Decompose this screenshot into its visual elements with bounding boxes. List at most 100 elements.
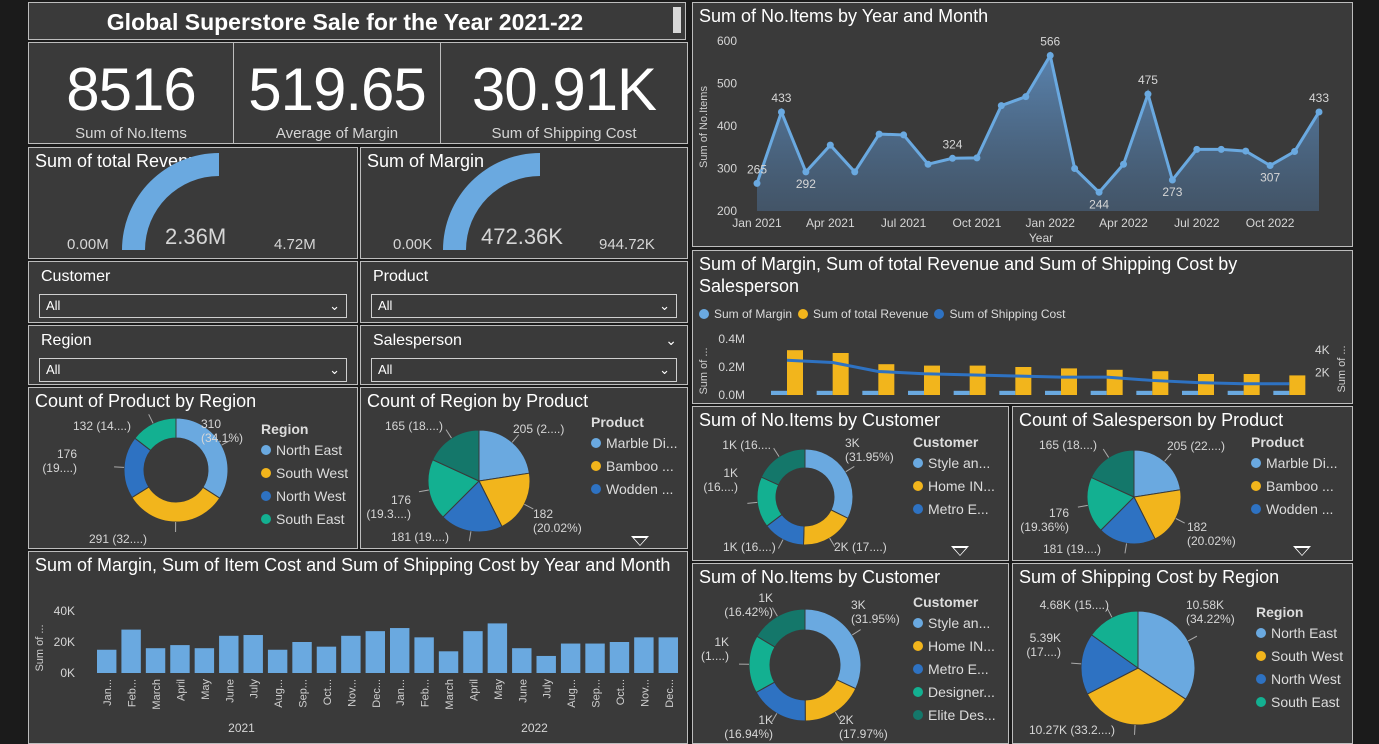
bar[interactable]: [585, 643, 605, 673]
gauge-revenue-panel[interactable]: Sum of total Revenue 0.00M 2.36M 4.72M: [28, 147, 358, 259]
bar-margin[interactable]: [1227, 390, 1244, 395]
bar[interactable]: [145, 648, 166, 673]
bar[interactable]: [365, 631, 385, 673]
data-point[interactable]: [948, 154, 956, 162]
chevron-down-icon[interactable]: ⌄: [329, 298, 340, 314]
legend-item[interactable]: Home IN...: [913, 638, 996, 654]
donut-customer1-panel[interactable]: Sum of No.Items by Customer 3K (31.95%) 2K…: [692, 406, 1009, 561]
data-point[interactable]: [753, 179, 761, 187]
items-trend-panel[interactable]: Sum of No.Items by Year and Month 600 500…: [692, 2, 1353, 247]
bar[interactable]: [560, 643, 581, 673]
pie-shipping-panel[interactable]: Sum of Shipping Cost by Region 10.58K (34…: [1012, 563, 1353, 744]
bar[interactable]: [487, 623, 508, 673]
slicer-salesperson[interactable]: Salesperson ⌄ All ⌄: [360, 325, 688, 385]
slicer-dropdown[interactable]: All ⌄: [371, 294, 677, 318]
bar[interactable]: [390, 628, 410, 673]
bar-revenue[interactable]: [878, 364, 895, 395]
bar-margin[interactable]: [1273, 390, 1290, 395]
data-point[interactable]: [1046, 51, 1054, 59]
bar-margin[interactable]: [1090, 390, 1107, 395]
data-point[interactable]: [826, 141, 834, 149]
bar[interactable]: [341, 635, 361, 673]
slicer-region[interactable]: Region All ⌄: [28, 325, 358, 385]
data-point[interactable]: [777, 108, 785, 116]
bar-revenue[interactable]: [1106, 369, 1123, 395]
donut-region-panel[interactable]: Count of Product by Region 310 (34.1%) 291…: [28, 387, 358, 549]
data-point[interactable]: [1022, 93, 1030, 101]
bar-revenue[interactable]: [1061, 368, 1077, 395]
legend-item[interactable]: Elite Des...: [913, 707, 996, 723]
data-point[interactable]: [1071, 165, 1079, 172]
bar-margin[interactable]: [1045, 390, 1061, 395]
bar[interactable]: [414, 637, 434, 673]
legend-scroll-down-icon[interactable]: [951, 546, 969, 556]
bar-revenue[interactable]: [969, 365, 986, 395]
bar[interactable]: [463, 631, 483, 673]
bar-revenue[interactable]: [787, 350, 803, 395]
bar[interactable]: [194, 648, 215, 673]
pie-slice[interactable]: [478, 429, 530, 482]
data-point[interactable]: [875, 130, 883, 138]
bar-margin[interactable]: [953, 390, 970, 395]
legend-item[interactable]: Bamboo ...: [591, 458, 678, 474]
bar[interactable]: [97, 649, 117, 673]
legend-item[interactable]: North West: [261, 488, 348, 504]
legend-scroll-down-icon[interactable]: [1293, 546, 1311, 556]
legend-item[interactable]: Bamboo ...: [1251, 478, 1338, 494]
legend-scroll-down-icon[interactable]: [631, 536, 649, 546]
chevron-down-icon[interactable]: ⌄: [665, 332, 677, 349]
legend-item[interactable]: Marble Di...: [591, 435, 678, 451]
bar[interactable]: [609, 642, 630, 673]
bar-revenue[interactable]: [832, 353, 849, 395]
data-point[interactable]: [1144, 90, 1152, 98]
chevron-down-icon[interactable]: ⌄: [329, 362, 340, 378]
slicer-customer[interactable]: Customer All ⌄: [28, 261, 358, 323]
data-point[interactable]: [851, 168, 859, 176]
legend-item[interactable]: South West: [1256, 648, 1343, 664]
salesperson-combo-chart[interactable]: 0.4M 0.2M 0.0M 4K 2K Sum of ... Sum of ...: [693, 251, 1353, 404]
pie-product-panel[interactable]: Count of Region by Product 205 (2....) 18…: [360, 387, 688, 549]
items-area-chart[interactable]: 600500400300200Sum of No.Items2654332923…: [693, 3, 1353, 247]
data-point[interactable]: [924, 160, 932, 168]
legend-item[interactable]: Home IN...: [913, 478, 995, 494]
legend-item[interactable]: Marble Di...: [1251, 455, 1338, 471]
donut-customer2-panel[interactable]: Sum of No.Items by Customer 3K (31.95%) 2K…: [692, 563, 1009, 744]
slicer-dropdown[interactable]: All ⌄: [371, 358, 677, 382]
data-point[interactable]: [1168, 176, 1176, 184]
data-point[interactable]: [1193, 145, 1201, 153]
legend-item[interactable]: South East: [261, 511, 348, 527]
data-point[interactable]: [1120, 160, 1128, 168]
bar-margin[interactable]: [1182, 390, 1198, 395]
legend-item[interactable]: Metro E...: [913, 661, 996, 677]
bar[interactable]: [267, 649, 288, 673]
legend-item[interactable]: North East: [261, 442, 348, 458]
legend-item[interactable]: Metro E...: [913, 501, 995, 517]
legend-item[interactable]: Style an...: [913, 455, 995, 471]
data-point[interactable]: [1291, 148, 1299, 155]
bar[interactable]: [316, 646, 337, 673]
data-point[interactable]: [1095, 188, 1103, 196]
bar-year-chart[interactable]: 40K 20K 0K Sum of ... Jan... Feb... March April…: [29, 552, 688, 744]
legend-item[interactable]: South East: [1256, 694, 1343, 710]
pie-slice[interactable]: [1133, 449, 1182, 498]
legend-item[interactable]: Designer...: [913, 684, 996, 700]
data-point[interactable]: [802, 168, 810, 176]
chevron-down-icon[interactable]: ⌄: [659, 362, 670, 378]
bar[interactable]: [634, 637, 654, 673]
bar-revenue[interactable]: [1152, 371, 1169, 395]
pie-salesperson-panel[interactable]: Count of Salesperson by Product 205 (22.…: [1012, 406, 1353, 561]
data-point[interactable]: [1217, 145, 1225, 153]
combo-year-panel[interactable]: Sum of Margin, Sum of Item Cost and Sum …: [28, 551, 688, 744]
bar-margin[interactable]: [999, 390, 1016, 395]
data-point[interactable]: [973, 154, 981, 162]
bar-margin[interactable]: [816, 390, 833, 395]
slicer-dropdown[interactable]: All ⌄: [39, 358, 347, 382]
data-point[interactable]: [1315, 108, 1323, 116]
legend-item[interactable]: South West: [261, 465, 348, 481]
bar-margin[interactable]: [1136, 390, 1153, 395]
pie-slice[interactable]: [131, 486, 221, 523]
bar-margin[interactable]: [908, 390, 924, 395]
data-point[interactable]: [900, 131, 908, 139]
legend-item[interactable]: Wodden ...: [591, 481, 678, 497]
legend-item[interactable]: North East: [1256, 625, 1343, 641]
